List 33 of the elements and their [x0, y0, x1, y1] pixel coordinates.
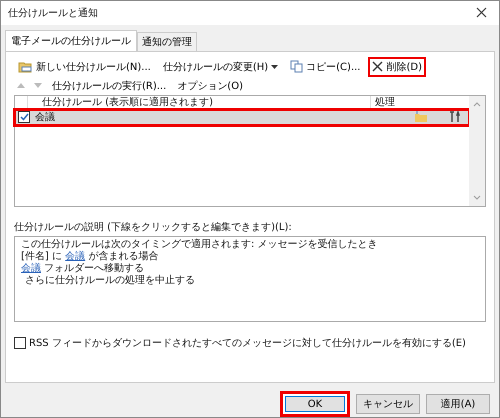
close-icon[interactable]: [476, 7, 487, 18]
up-arrow-icon: [17, 83, 25, 88]
folder-icon: [414, 111, 428, 124]
down-arrow-icon: [34, 83, 42, 88]
dialog-button[interactable]: 適用(A): [426, 394, 490, 414]
delete-icon: [372, 61, 384, 72]
link[interactable]: 会議: [21, 262, 41, 274]
tab[interactable]: 電子メールの仕分けルール: [5, 30, 137, 51]
toolbar-button[interactable]: 仕分けルールの実行(R)...: [48, 76, 170, 96]
description-line: [件名] に 会議 が含まれる場合: [21, 250, 160, 262]
toolbar-button[interactable]: 削除(D): [368, 56, 426, 77]
toolbar-button[interactable]: 仕分けルールの変更(H): [158, 56, 282, 77]
rule-row[interactable]: 会議: [15, 110, 469, 125]
checkbox[interactable]: [14, 336, 26, 349]
dialog-button[interactable]: OK: [280, 391, 350, 417]
link[interactable]: 会議: [65, 250, 86, 262]
description-line: 会議 フォルダーへ移動する: [21, 262, 146, 275]
toolbar-button[interactable]: コピー(C)...: [286, 56, 364, 77]
description-line: この仕分けルールは次のタイミングで適用されます: メッセージを受信したとき: [21, 238, 379, 250]
toolbar-button[interactable]: 新しい仕分けルール(N)...: [14, 56, 155, 77]
tab[interactable]: 通知の管理: [137, 32, 197, 51]
description-line: さらに仕分けルールの処理を中止する: [24, 274, 196, 287]
checkbox[interactable]: [18, 111, 30, 124]
dialog-button[interactable]: キャンセル: [356, 394, 420, 414]
rule-name: 会議: [35, 110, 56, 124]
description-label: 仕分けルールの説明 (下線をクリックすると編集できます)(L):: [14, 220, 293, 234]
dropdown-caret-icon: [271, 64, 278, 69]
checkbox-label: RSS フィードからダウンロードされたすべてのメッセージに対して仕分けルールを有効にする(E): [29, 336, 466, 350]
column-header[interactable]: 処理: [371, 96, 469, 109]
window-title: 仕分けルールと通知: [8, 6, 98, 20]
new-rule-icon: [18, 60, 33, 74]
copy-icon: [290, 60, 304, 74]
toolbar-button[interactable]: オプション(O): [173, 76, 247, 96]
